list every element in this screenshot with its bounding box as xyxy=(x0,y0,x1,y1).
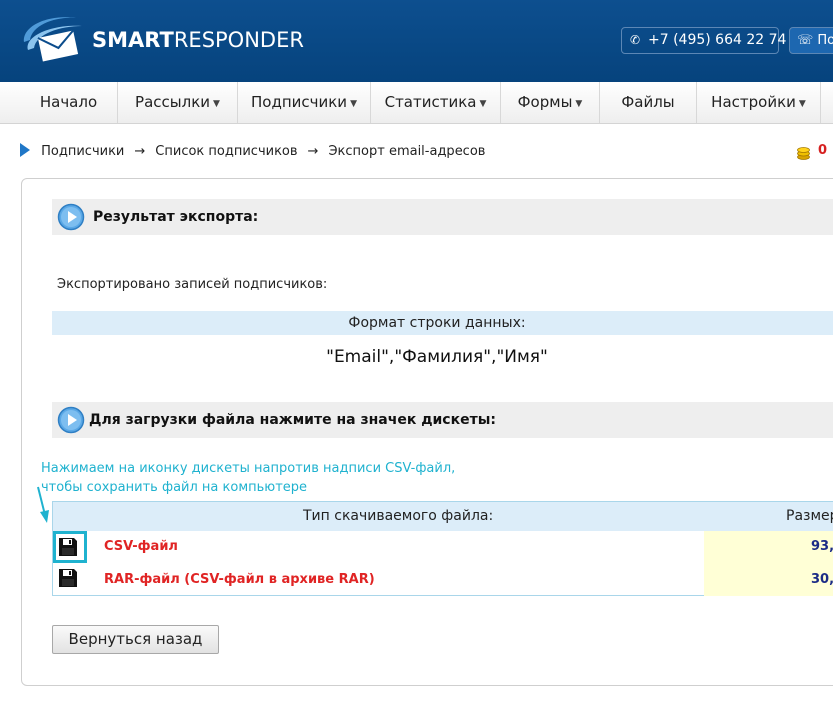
phone-icon: ✆ xyxy=(630,33,641,47)
annotation-line: чтобы сохранить файл на компьютере xyxy=(41,480,308,495)
header: SMARTRESPONDER ✆ +7 (495) 664 22 74 ☏ По xyxy=(0,0,833,82)
chevron-down-icon: ▼ xyxy=(575,99,583,109)
table-row: CSV-файл 93, xyxy=(53,531,833,563)
result-section-title: Результат экспорта: xyxy=(93,209,259,225)
download-section-header: Для загрузки файла нажмите на значек дис… xyxy=(52,402,833,438)
annotation-line: Нажимаем на иконку дискеты напротив надп… xyxy=(41,461,456,476)
nav-item-subscribers[interactable]: Подписчики ▼ xyxy=(238,82,371,123)
play-icon xyxy=(57,406,85,434)
breadcrumb-arrow-icon xyxy=(20,143,30,157)
chevron-down-icon: ▼ xyxy=(350,99,357,109)
file-name: RAR-файл (CSV-файл в архиве RAR) xyxy=(104,572,375,587)
nav-label: Настройки xyxy=(711,93,796,111)
phone-number: +7 (495) 664 22 74 xyxy=(648,32,787,48)
nav-item-mailings[interactable]: Рассылки ▼ xyxy=(118,82,238,123)
file-table: Тип скачиваемого файла: Размер CSV-файл … xyxy=(52,501,833,596)
download-rar-button[interactable] xyxy=(53,564,87,596)
nav-item-files[interactable]: Файлы xyxy=(600,82,697,123)
callback-button[interactable]: ☏ По xyxy=(789,27,833,54)
nav-item-forms[interactable]: Формы ▼ xyxy=(501,82,600,123)
breadcrumb: Подписчики → Список подписчиков → Экспорт em… xyxy=(20,143,485,159)
column-header-size: Размер xyxy=(786,508,833,524)
nav-label: Начало xyxy=(39,93,98,111)
nav-label: Формы xyxy=(517,93,573,111)
nav-label: Подписчики xyxy=(251,93,348,111)
balance-value[interactable]: 0 xyxy=(818,143,827,158)
chevron-down-icon: ▼ xyxy=(479,99,487,109)
breadcrumb-separator: → xyxy=(134,144,146,159)
breadcrumb-item-export: Экспорт email-адресов xyxy=(328,144,486,159)
chevron-down-icon: ▼ xyxy=(798,99,806,109)
breadcrumb-item-subscribers[interactable]: Подписчики xyxy=(41,144,124,159)
floppy-disk-icon xyxy=(59,538,77,556)
nav-label: Рассылки xyxy=(135,93,211,111)
file-table-header: Тип скачиваемого файла: Размер xyxy=(53,502,833,531)
coins-icon xyxy=(797,147,810,160)
breadcrumb-separator: → xyxy=(307,144,319,159)
format-header: Формат строки данных: xyxy=(52,311,833,335)
callback-label: По xyxy=(817,33,833,48)
nav-item-home[interactable]: Начало xyxy=(20,82,118,123)
format-value: "Email","Фамилия","Имя" xyxy=(326,347,548,367)
column-header-type: Тип скачиваемого файла: xyxy=(303,508,494,524)
floppy-disk-icon xyxy=(59,569,77,587)
annotation-arrow-icon xyxy=(37,486,49,523)
callback-icon: ☏ xyxy=(797,33,818,48)
brand-name: SMARTRESPONDER xyxy=(92,28,304,52)
file-name: CSV-файл xyxy=(104,539,178,554)
breadcrumb-item-subscriber-list[interactable]: Список подписчиков xyxy=(155,144,297,159)
exported-count-label: Экспортировано записей подписчиков: xyxy=(57,277,328,292)
nav-item-settings[interactable]: Настройки ▼ xyxy=(697,82,821,123)
table-row: RAR-файл (CSV-файл в архиве RAR) 30, xyxy=(53,564,833,596)
annotation-note: Нажимаем на иконку дискеты напротив надп… xyxy=(41,459,455,497)
main-nav: Начало Рассылки ▼ Подписчики ▼ Статистика ▼… xyxy=(0,82,833,124)
download-csv-button[interactable] xyxy=(53,531,87,563)
smartresponder-logo-icon[interactable] xyxy=(18,12,88,68)
nav-label: Файлы xyxy=(621,93,675,111)
chevron-down-icon: ▼ xyxy=(213,99,220,109)
phone-button[interactable]: ✆ +7 (495) 664 22 74 xyxy=(621,27,786,54)
file-size: 93, xyxy=(811,539,833,554)
nav-label: Статистика xyxy=(384,93,477,111)
back-button[interactable]: Вернуться назад xyxy=(52,625,219,654)
result-section-header: Результат экспорта: xyxy=(52,199,833,235)
download-section-title: Для загрузки файла нажмите на значек дис… xyxy=(89,412,496,428)
play-icon xyxy=(57,203,85,231)
file-size: 30, xyxy=(811,572,833,587)
nav-item-statistics[interactable]: Статистика ▼ xyxy=(371,82,501,123)
